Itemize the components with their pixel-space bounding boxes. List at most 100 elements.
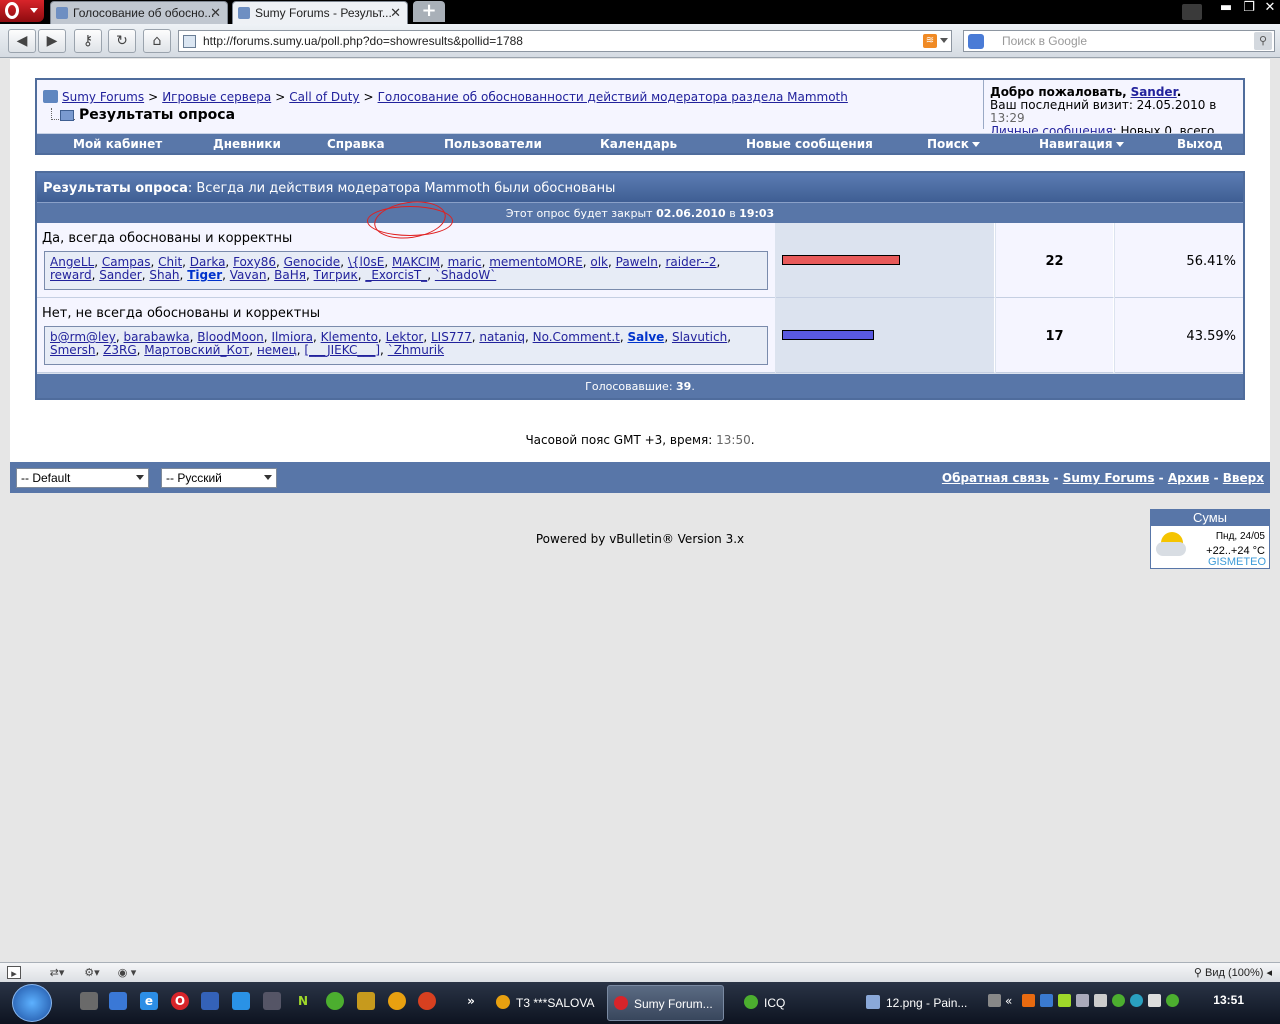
wand-button[interactable]: ⚷ [74, 29, 102, 53]
nav-calendar[interactable]: Календарь [600, 137, 677, 151]
address-field[interactable]: http://forums.sumy.ua/poll.php?do=showre… [178, 30, 952, 52]
voter-link[interactable]: немец [257, 343, 297, 357]
turbo-icon[interactable]: ◉ ▾ [113, 966, 141, 979]
voter-link[interactable]: Slavutich [672, 330, 727, 344]
voter-link[interactable]: Campas [102, 255, 151, 269]
ie-icon[interactable]: e [140, 992, 158, 1010]
voter-link[interactable]: _ExorcisT_ [365, 268, 427, 282]
voter-link[interactable]: Тигрик [314, 268, 358, 282]
breadcrumb-link-home[interactable]: Sumy Forums [62, 90, 144, 104]
voter-link[interactable]: Genocide [284, 255, 341, 269]
voter-link[interactable]: olk [590, 255, 608, 269]
nero-icon[interactable]: N [294, 992, 312, 1010]
tray-icon[interactable] [1058, 994, 1071, 1007]
volume-icon[interactable] [1148, 994, 1161, 1007]
opera-icon[interactable]: O [171, 992, 189, 1010]
voter-link[interactable]: Ilmiora [271, 330, 313, 344]
aimp-icon[interactable] [388, 992, 406, 1010]
voter-link[interactable]: Sander [99, 268, 142, 282]
close-tab-icon[interactable]: ✕ [390, 5, 401, 21]
voter-link[interactable]: Vavan [230, 268, 267, 282]
zoom-control[interactable]: ⚲ Вид (100%) ◂ [1194, 966, 1272, 979]
tray-icon[interactable] [988, 994, 1001, 1007]
panel-toggle-icon[interactable]: ▸ [7, 966, 21, 980]
trash-icon[interactable] [1182, 4, 1202, 20]
tab-poll-results[interactable]: Sumy Forums - Результ... ✕ [232, 1, 408, 24]
nav-new-posts[interactable]: Новые сообщения [746, 137, 873, 151]
voter-link[interactable]: Klemento [321, 330, 378, 344]
voter-link[interactable]: Smersh [50, 343, 95, 357]
breadcrumb-link-cod[interactable]: Call of Duty [289, 90, 359, 104]
voter-link[interactable]: BloodMoon [197, 330, 264, 344]
voter-link[interactable]: Chit [158, 255, 182, 269]
tray-icon[interactable] [1076, 994, 1089, 1007]
skype-icon[interactable] [232, 992, 250, 1010]
icq-icon[interactable] [326, 992, 344, 1010]
voter-link[interactable]: LIS777 [431, 330, 472, 344]
nav-diaries[interactable]: Дневники [213, 137, 281, 151]
voter-link[interactable]: AngeLL [50, 255, 94, 269]
quicklaunch-icon[interactable] [80, 992, 98, 1010]
restore-icon[interactable]: ❐ [1238, 0, 1260, 16]
voter-link[interactable]: nataniq [479, 330, 525, 344]
voter-link[interactable]: Paweln [616, 255, 658, 269]
voter-link[interactable]: Z3RG [103, 343, 137, 357]
taskbar-task[interactable]: T3 ***SALOVA [490, 985, 602, 1021]
taskbar-task[interactable]: Sumy Forum... [607, 985, 724, 1021]
voter-link[interactable]: Мартовский_Кот [144, 343, 249, 357]
headset-icon[interactable] [263, 992, 281, 1010]
voter-link[interactable]: Darka [190, 255, 226, 269]
sync-icon[interactable]: ⇄▾ [45, 966, 69, 979]
unite-icon[interactable]: ⚙▾ [80, 966, 104, 979]
voter-link[interactable]: No.Comment.t [533, 330, 620, 344]
tray-expand-icon[interactable]: « [1005, 994, 1018, 1008]
home-button[interactable]: ⌂ [143, 29, 171, 53]
username-link[interactable]: Sander [1131, 85, 1177, 99]
nav-users[interactable]: Пользователи [444, 137, 542, 151]
close-tab-icon[interactable]: ✕ [210, 5, 221, 21]
icq-tray-icon[interactable] [1166, 994, 1179, 1007]
new-tab-button[interactable]: + [413, 1, 445, 22]
rss-icon[interactable]: ≋ [923, 34, 937, 48]
app-icon[interactable] [418, 992, 436, 1010]
breadcrumb-link-servers[interactable]: Игровые сервера [162, 90, 271, 104]
voter-link[interactable]: b@rm@ley [50, 330, 116, 344]
breadcrumb-link-thread[interactable]: Голосование об обоснованности действий м… [378, 90, 848, 104]
voter-link[interactable]: Foxy86 [233, 255, 276, 269]
taskbar-task[interactable]: 12.png - Pain... [860, 985, 972, 1021]
voter-link[interactable]: maric [448, 255, 482, 269]
voter-link[interactable]: `Zhmurik [388, 343, 444, 357]
voter-link[interactable]: Tiger [187, 268, 222, 282]
voter-link[interactable]: raider--2 [665, 255, 716, 269]
voter-link[interactable]: Shah [149, 268, 179, 282]
opera-menu-button[interactable] [0, 0, 44, 22]
tray-icon[interactable] [1112, 994, 1125, 1007]
footer-link-top[interactable]: Вверх [1223, 471, 1264, 485]
voter-link[interactable]: [___JIEKC___] [304, 343, 380, 357]
reload-button[interactable]: ↻ [108, 29, 136, 53]
voter-link[interactable]: mementoMORE [489, 255, 583, 269]
network-icon[interactable] [1040, 994, 1053, 1007]
nav-help[interactable]: Справка [327, 137, 385, 151]
close-window-icon[interactable]: ✕ [1259, 0, 1280, 16]
search-icon[interactable]: ⚲ [1254, 32, 1272, 50]
nav-navigation[interactable]: Навигация [1039, 137, 1124, 151]
media-player-icon[interactable] [109, 992, 127, 1010]
taskbar-task[interactable]: ICQ [738, 985, 854, 1021]
forum-home-icon[interactable] [43, 90, 58, 103]
search-input[interactable]: Поиск в Google ⚲ [963, 30, 1275, 52]
start-button[interactable] [12, 984, 52, 1022]
language-select[interactable]: -- Русский [161, 468, 277, 488]
voter-link[interactable]: Salve [627, 330, 664, 344]
voter-link[interactable]: BaHя [274, 268, 306, 282]
forward-button[interactable]: ▶ [38, 29, 66, 53]
voter-link[interactable]: \{l0sE [348, 255, 384, 269]
taskbar-clock[interactable]: 13:51 [1213, 993, 1244, 1007]
more-icon[interactable]: » [462, 992, 480, 1010]
minimize-icon[interactable]: ▬ [1215, 0, 1237, 16]
voter-link[interactable]: MAKCIM [392, 255, 440, 269]
footer-link-archive[interactable]: Архив [1168, 471, 1210, 485]
voter-link[interactable]: reward [50, 268, 92, 282]
butterfly-icon[interactable] [357, 992, 375, 1010]
nav-logout[interactable]: Выход [1177, 137, 1223, 151]
